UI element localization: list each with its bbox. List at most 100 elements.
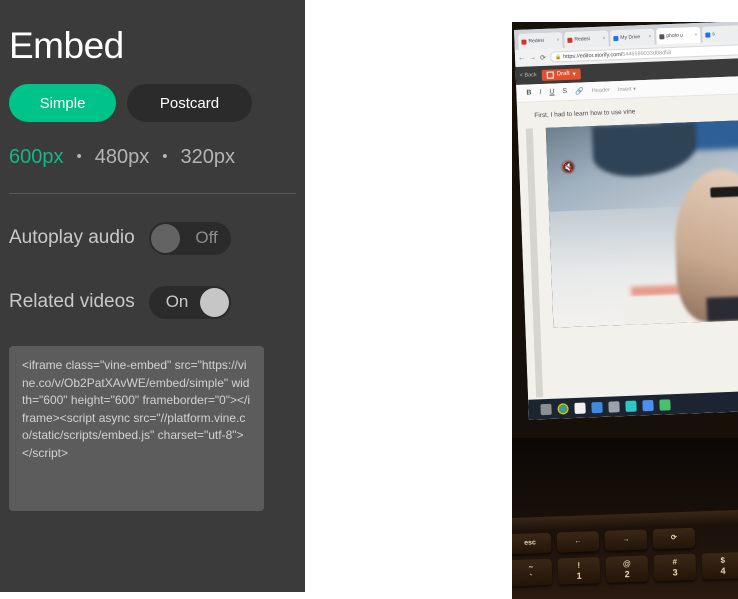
chrome-icon[interactable] xyxy=(557,402,569,415)
lock-icon: 🔒 xyxy=(554,53,562,60)
autoplay-audio-toggle[interactable]: Off xyxy=(148,221,231,255)
key-2[interactable]: @ 2 xyxy=(605,555,649,583)
browser-tab[interactable]: My Drive × xyxy=(610,28,655,47)
sheets-icon[interactable] xyxy=(642,399,654,411)
tab-favicon-icon xyxy=(659,33,665,39)
tab-title: My Drive xyxy=(620,34,641,41)
video-glasses-detail xyxy=(710,185,738,198)
key-top-label: @ xyxy=(622,559,631,569)
size-options: 600px • 480px • 320px xyxy=(9,146,296,169)
reload-icon[interactable]: ⟳ xyxy=(540,53,546,61)
key-esc[interactable]: esc xyxy=(512,532,552,555)
tab-title: photo u xyxy=(666,32,684,40)
tab-close-icon[interactable]: × xyxy=(648,34,651,40)
tab-simple[interactable]: Simple xyxy=(9,84,116,122)
gmail-icon[interactable] xyxy=(574,402,586,414)
key-bottom-label: ` xyxy=(529,572,533,583)
option-row-autoplay-audio: Autoplay audio Off xyxy=(9,218,296,258)
autoplay-audio-state: Off xyxy=(195,228,218,247)
mute-icon[interactable]: 🔇 xyxy=(561,161,575,175)
header-menu[interactable]: Header xyxy=(592,87,610,94)
autoplay-audio-label: Autoplay audio xyxy=(9,227,135,248)
insert-menu[interactable]: Insert ▾ xyxy=(618,86,636,93)
related-videos-toggle[interactable]: On xyxy=(148,285,231,319)
notes-icon[interactable] xyxy=(659,398,671,411)
drive-icon[interactable] xyxy=(625,400,637,412)
embedded-vine-video[interactable]: 🔇 xyxy=(545,119,738,328)
settings-icon[interactable] xyxy=(608,400,620,413)
key-top-label: $ xyxy=(720,555,726,565)
address-path: 5446599033d08d58 xyxy=(622,49,672,58)
embed-code-textarea[interactable] xyxy=(9,346,264,511)
laptop-keyboard: esc ← → ⟳ ~ ` ! 1 @ 2 # 3 $ 4 xyxy=(512,526,738,599)
italic-icon[interactable]: I xyxy=(539,89,541,96)
page-title: Embed xyxy=(9,25,124,66)
video-dark-corner xyxy=(706,295,738,322)
key-bottom-label: 2 xyxy=(624,569,630,580)
tab-favicon-icon xyxy=(613,35,619,41)
size-separator-1: • xyxy=(76,148,82,165)
key-reload[interactable]: ⟳ xyxy=(652,527,696,550)
browser-tab[interactable]: Redesi × xyxy=(564,30,609,49)
key-bottom-label: 4 xyxy=(720,565,726,576)
browser-tab[interactable]: s xyxy=(702,25,738,43)
tab-title: Redesi xyxy=(528,37,545,45)
forward-icon[interactable]: → xyxy=(529,54,536,61)
story-paragraph[interactable]: First, I had to learn how to use vine xyxy=(534,108,635,119)
related-videos-label: Related videos xyxy=(9,291,135,312)
browser-tab[interactable]: Redesi × xyxy=(518,32,563,50)
browser-tab-active[interactable]: photo u × xyxy=(656,26,701,45)
laptop-base: esc ← → ⟳ ~ ` ! 1 @ 2 # 3 $ 4 xyxy=(512,438,738,599)
underline-icon[interactable]: U xyxy=(549,88,554,95)
launcher-icon[interactable] xyxy=(540,403,552,415)
chevron-down-icon: ▾ xyxy=(572,71,576,78)
key-4[interactable]: $ 4 xyxy=(701,552,738,580)
browser-window: Redesi × Redesi × My Drive × photo u × s… xyxy=(514,22,738,420)
option-row-related-videos: Related videos On xyxy=(9,282,296,322)
tab-title: Redesi xyxy=(574,36,591,43)
tab-close-icon[interactable]: × xyxy=(602,36,605,42)
tab-favicon-icon xyxy=(567,37,573,43)
keyboard-number-row: ~ ` ! 1 @ 2 # 3 $ 4 xyxy=(512,552,738,587)
related-videos-state: On xyxy=(165,292,189,311)
tab-close-icon[interactable]: × xyxy=(694,32,697,38)
draft-status-badge[interactable]: Draft ▾ xyxy=(541,67,581,81)
size-option-320[interactable]: 320px xyxy=(181,146,236,169)
link-icon[interactable]: 🔗 xyxy=(575,87,584,95)
section-divider xyxy=(9,193,296,194)
key-top-label: # xyxy=(672,557,678,567)
tab-title: s xyxy=(712,31,715,38)
key-bottom-label: 1 xyxy=(576,570,582,581)
vine-video-preview[interactable]: Redesi × Redesi × My Drive × photo u × s… xyxy=(512,22,738,599)
key-forward[interactable]: → xyxy=(604,529,648,551)
embed-settings-panel: Embed Simple Postcard 600px • 480px • 32… xyxy=(0,0,305,592)
story-gutter xyxy=(525,128,544,398)
toggle-knob-icon xyxy=(150,223,180,253)
size-option-600[interactable]: 600px xyxy=(9,146,64,169)
draft-label: Draft xyxy=(556,70,570,78)
laptop-screen: Redesi × Redesi × My Drive × photo u × s… xyxy=(512,22,738,438)
key-back[interactable]: ← xyxy=(556,531,600,553)
tab-favicon-icon xyxy=(705,31,711,38)
docs-icon[interactable] xyxy=(591,401,603,413)
address-host: https://editor.storify.com/ xyxy=(563,51,623,60)
key-top-label: ! xyxy=(577,560,581,570)
draft-square-icon xyxy=(546,71,554,79)
strikethrough-icon[interactable]: S xyxy=(562,88,567,95)
tab-favicon-icon xyxy=(521,39,527,45)
back-icon[interactable]: ← xyxy=(518,55,525,62)
story-editor-body: First, I had to learn how to use vine 🔇 xyxy=(516,93,738,420)
size-option-480[interactable]: 480px xyxy=(95,146,150,169)
size-separator-2: • xyxy=(162,148,168,165)
key-backtick[interactable]: ~ ` xyxy=(512,558,553,587)
bold-icon[interactable]: B xyxy=(526,89,531,96)
key-bottom-label: 3 xyxy=(672,567,678,578)
toggle-knob-icon xyxy=(199,287,229,317)
tab-close-icon[interactable]: × xyxy=(556,37,559,43)
key-top-label: ~ xyxy=(528,562,534,572)
tab-postcard[interactable]: Postcard xyxy=(127,84,252,122)
app-back-link[interactable]: < Back xyxy=(520,72,537,79)
embed-style-tabs: Simple Postcard xyxy=(9,84,296,122)
key-1[interactable]: ! 1 xyxy=(557,557,601,585)
key-3[interactable]: # 3 xyxy=(653,553,697,582)
